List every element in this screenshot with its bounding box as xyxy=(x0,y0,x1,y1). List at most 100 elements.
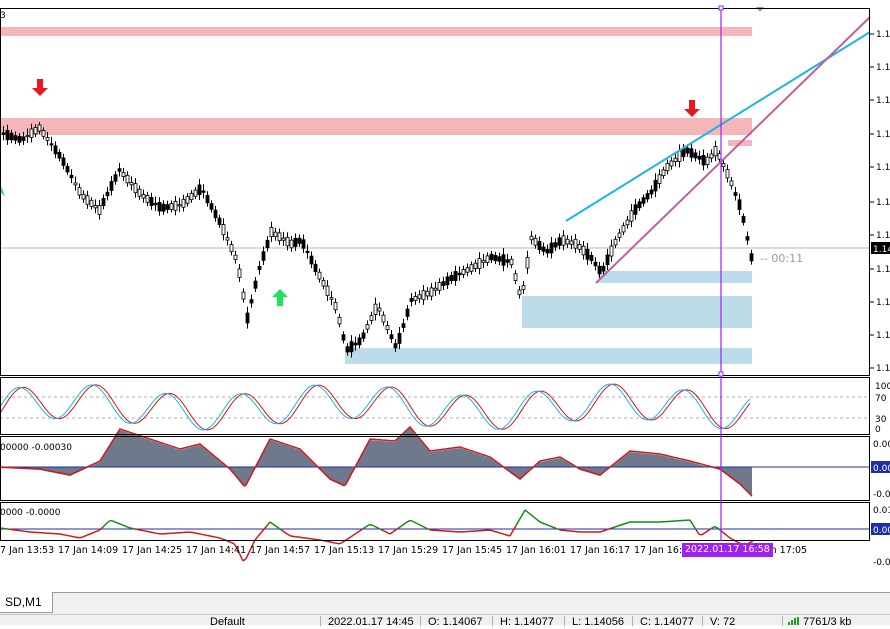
oscillator-segment xyxy=(195,533,198,534)
oscillator-segment xyxy=(600,531,603,532)
candle-body xyxy=(738,200,741,210)
svg-text:0: 0 xyxy=(875,425,881,435)
status-profile[interactable]: Default xyxy=(210,615,245,629)
oscillator-segment xyxy=(498,532,501,533)
candle-body xyxy=(54,146,57,154)
price-panel: 3 -- 00:11 xyxy=(0,7,870,375)
oscillator-segment xyxy=(702,533,705,535)
oscillator-segment xyxy=(612,527,615,528)
oscillator-segment xyxy=(540,522,543,523)
svg-text:70: 70 xyxy=(875,394,887,404)
oscillator-segment xyxy=(63,535,66,536)
svg-text:100: 100 xyxy=(875,382,890,392)
oscillator-segment xyxy=(492,531,495,532)
chart-tab-symbol[interactable]: SD,M1 xyxy=(0,592,53,613)
candle-body xyxy=(342,335,345,340)
oscillator-segment xyxy=(546,524,549,525)
oscillator-segment xyxy=(330,542,333,543)
oscillator-segment xyxy=(66,535,69,536)
candle-body xyxy=(306,251,309,252)
candle-body xyxy=(82,194,85,199)
chart-area[interactable]: 3 -- 00:11 00000 -0.00030 0000 -0.0000 1… xyxy=(0,0,890,570)
oscillator-segment xyxy=(357,531,360,533)
time-label: 17 Jan 15:13 xyxy=(314,545,374,556)
macd-scale: 0.00 0.00 -0.0 xyxy=(871,440,890,500)
resistance-zone[interactable] xyxy=(0,118,752,135)
oscillator-segment xyxy=(609,528,612,529)
oscillator-segment xyxy=(363,527,366,529)
candle-body xyxy=(34,127,37,133)
oscillator-segment xyxy=(384,531,387,533)
svg-text:-0.0: -0.0 xyxy=(873,490,890,500)
candle-body xyxy=(22,137,25,141)
candle-body xyxy=(10,133,13,140)
oscillator-segment xyxy=(117,523,120,524)
candle-body xyxy=(350,342,353,352)
candle-body xyxy=(650,190,653,194)
candle-body xyxy=(14,136,17,141)
oscillator-segment xyxy=(258,533,261,537)
candle-body xyxy=(354,343,357,345)
price-label: 1.14 xyxy=(876,130,890,140)
candle-body xyxy=(326,286,329,296)
candle-body xyxy=(98,205,101,214)
candle-body xyxy=(126,175,129,182)
candle-body xyxy=(290,240,293,248)
oscillator-segment xyxy=(528,512,531,514)
candle-body xyxy=(654,180,657,191)
svg-text:0.01: 0.01 xyxy=(873,506,890,516)
price-scale[interactable]: 1.141.141.141.141.141.141.141.141.141.14… xyxy=(870,30,890,374)
status-open: O: 1.14067 xyxy=(428,615,482,629)
oscillator-segment xyxy=(537,520,540,522)
oscillator-segment xyxy=(621,524,624,525)
candle-body xyxy=(146,195,149,202)
status-datetime: 2022.01.17 14:45 xyxy=(328,615,414,629)
candle-body xyxy=(74,183,77,185)
candle-body xyxy=(434,288,437,290)
oscillator-segment xyxy=(522,510,525,515)
candle-body xyxy=(746,237,749,241)
oscillator-segment xyxy=(723,532,726,534)
candle-body xyxy=(194,190,197,196)
candle-body xyxy=(66,166,69,172)
candle-body xyxy=(94,206,97,208)
candle-body xyxy=(278,233,281,241)
oscillator-segment xyxy=(228,541,231,542)
candle-body xyxy=(614,239,617,245)
oscillator-segment xyxy=(93,532,96,533)
oscillator-segment xyxy=(711,527,714,529)
candle-body xyxy=(454,271,457,280)
candle-body xyxy=(402,324,405,328)
oscillator-segment xyxy=(198,534,201,535)
oscillator-segment xyxy=(123,525,126,526)
candle-body xyxy=(30,129,33,138)
oscillator-segment xyxy=(276,526,279,528)
oscillator-segment xyxy=(135,529,138,530)
oscillator-segment xyxy=(144,531,147,532)
oscillator-segment xyxy=(210,536,213,537)
support-zone[interactable] xyxy=(598,271,752,283)
candle-body xyxy=(658,175,661,184)
candle-body xyxy=(394,344,397,348)
price-label: 1.14 xyxy=(876,331,890,341)
candle-body xyxy=(414,296,417,300)
support-zone[interactable] xyxy=(345,348,752,364)
candle-body xyxy=(114,175,117,182)
resistance-zone[interactable] xyxy=(0,27,752,36)
candle-body xyxy=(266,240,269,247)
oscillator-segment xyxy=(549,526,552,527)
oscillator-segment xyxy=(381,530,384,532)
support-zone[interactable] xyxy=(522,296,752,328)
oscillator-segment xyxy=(429,530,432,531)
candle-body xyxy=(206,195,209,202)
oscillator-segment xyxy=(411,521,414,523)
candle-body xyxy=(478,259,481,269)
oscillator-segment xyxy=(192,532,195,533)
candle-body xyxy=(590,255,593,260)
candle-body xyxy=(70,175,73,177)
candle-body xyxy=(274,232,277,236)
candle-body xyxy=(178,205,181,206)
candle-body xyxy=(554,243,557,247)
oscillator-segment xyxy=(558,529,561,530)
stochastic-panel xyxy=(0,384,870,430)
